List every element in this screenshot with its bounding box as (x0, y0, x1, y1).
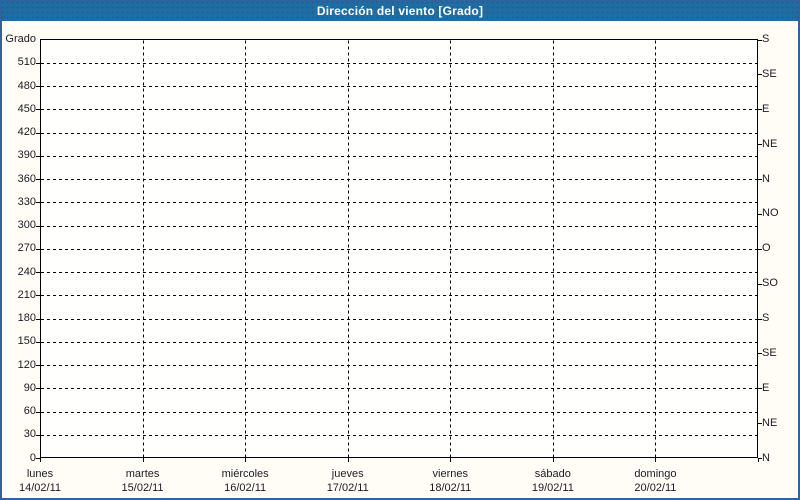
x-axis-date-label: 17/02/11 (297, 482, 399, 495)
y-axis-title: Grado (2, 33, 36, 45)
compass-tick-label: SE (762, 347, 800, 360)
compass-tick-label: E (762, 103, 800, 116)
y-axis-tick-label: 0 (0, 452, 36, 465)
x-axis-day-label: martes (92, 468, 194, 481)
compass-tick-label: O (762, 242, 800, 255)
x-axis-day-label: jueves (297, 468, 399, 481)
y-axis-tick-label: 30 (0, 428, 36, 441)
x-axis-day-label: lunes (0, 468, 91, 481)
compass-tick-label: SO (762, 277, 800, 290)
y-axis-tick-label: 300 (0, 219, 36, 232)
compass-tick-label: NO (762, 207, 800, 220)
x-axis-date-label: 19/02/11 (502, 482, 604, 495)
y-axis-tick-label: 120 (0, 359, 36, 372)
compass-tick-label: E (762, 382, 800, 395)
x-axis-date-label: 14/02/11 (0, 482, 91, 495)
plot-border (41, 40, 758, 458)
y-axis-tick-label: 90 (0, 382, 36, 395)
y-axis-tick-label: 450 (0, 103, 36, 116)
y-axis-tick-label: 60 (0, 405, 36, 418)
wind-direction-chart-panel: Dirección del viento [Grado] Grado 0 30 60… (0, 0, 800, 500)
compass-tick-label: NE (762, 138, 800, 151)
x-axis-day-label: sábado (502, 468, 604, 481)
y-axis-tick-label: 510 (0, 56, 36, 69)
x-axis-date-label: 15/02/11 (92, 482, 194, 495)
chart-title-bar: Dirección del viento [Grado] (0, 0, 800, 21)
y-axis-tick-label: 420 (0, 126, 36, 139)
x-axis-date-label: 18/02/11 (399, 482, 501, 495)
x-axis-date-label: 20/02/11 (604, 482, 706, 495)
x-axis-day-label: viernes (399, 468, 501, 481)
y-axis-tick-label: 240 (0, 266, 36, 279)
compass-tick-label: S (762, 312, 800, 325)
y-axis-tick-label: 360 (0, 173, 36, 186)
y-axis-tick-label: 390 (0, 149, 36, 162)
y-axis-tick-label: 270 (0, 242, 36, 255)
x-axis-day-label: domingo (604, 468, 706, 481)
chart-plot-grid (0, 0, 800, 500)
y-axis-tick-label: 330 (0, 196, 36, 209)
y-axis-tick-label: 480 (0, 80, 36, 93)
chart-title: Dirección del viento [Grado] (317, 4, 483, 18)
y-axis-tick-label: 180 (0, 312, 36, 325)
y-axis-tick-label: 150 (0, 335, 36, 348)
compass-tick-label: N (762, 173, 800, 186)
compass-tick-label: NE (762, 417, 800, 430)
x-axis-day-label: miércoles (194, 468, 296, 481)
compass-tick-label: N (762, 452, 800, 465)
x-axis-date-label: 16/02/11 (194, 482, 296, 495)
y-axis-tick-label: 210 (0, 289, 36, 302)
compass-tick-label: S (762, 33, 800, 46)
compass-tick-label: SE (762, 68, 800, 81)
